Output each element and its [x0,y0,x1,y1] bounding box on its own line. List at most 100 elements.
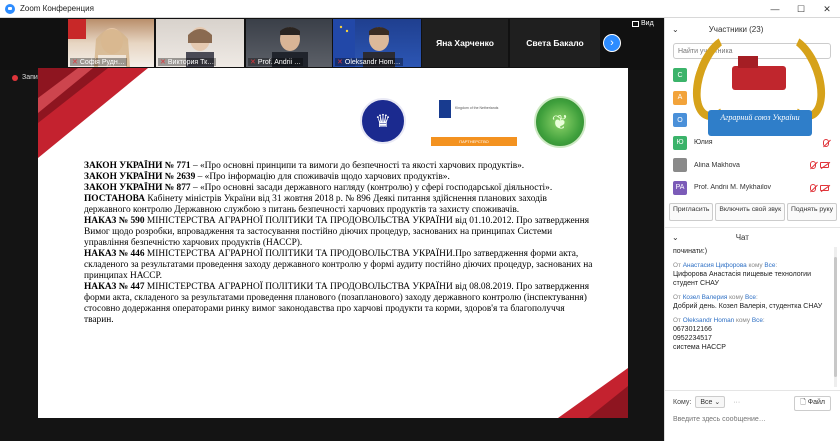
chat-title: Чат [735,233,749,242]
chat-message-meta: От Oleksandr Homan кому Все: [673,317,765,324]
avatar: С [673,68,687,83]
slide-paragraph: ЗАКОН УКРАЇНИ № 2639 – «Про інформацію д… [84,172,450,182]
participant-row[interactable]: Alina Makhova [665,154,840,177]
grid-view-icon [632,20,639,27]
meeting-area: ✕ Софія Рудн… ✕ Виктория Тк… ✕ Prof. Andrii… [0,18,664,441]
video-off-icon [820,184,829,191]
participant-status-icons [823,138,829,147]
zoom-logo-icon [5,3,15,14]
close-button[interactable]: ✕ [814,0,840,18]
avatar [673,158,687,173]
participant-row[interactable]: А [665,87,840,110]
recipient-label: Кому: [673,398,692,406]
chat-message-input[interactable] [673,413,831,425]
video-tile-name: ✕ Prof. Andrii … [248,58,304,66]
participant-actions: Пригласить Включить свой звук Поднять ру… [665,203,840,221]
video-tile-name: ✕ Oleksandr Hom… [335,58,403,66]
mic-off-icon: ✕ [160,59,166,66]
chat-message-text: Цифорова Анастасія пищевые технологии ст… [673,271,812,287]
video-off-icon [820,162,829,169]
participant-row[interactable]: С [665,64,840,87]
file-button[interactable]: 🗋 Файл [794,396,831,411]
shared-screen-slide: Kingdom of the Netherlands ПАРТНЕРСТВО З… [38,68,628,418]
chat-composer: Кому: Все ⌄ ··· 🗋 Файл [665,390,840,441]
recipient-row: Кому: Все ⌄ ··· [673,396,740,408]
department-emblem-icon [534,96,586,148]
slide-paragraph: ПОСТАНОВА Кабінету міністрів України від… [84,194,547,215]
invite-button[interactable]: Пригласить [669,203,714,221]
file-icon: 🗋 [800,399,806,406]
more-options-icon[interactable]: ··· [733,399,740,406]
participant-status-icons [810,161,829,170]
video-tile[interactable]: ✕ Prof. Andrii … [246,19,332,67]
chevron-down-icon[interactable]: ⌄ [672,233,679,242]
record-dot-icon [12,74,18,81]
participant-name: Prof. Andrii M. Mykhailov [694,184,772,192]
mic-off-icon: ✕ [337,59,343,66]
name-tile[interactable]: Яна Харченко [422,19,508,67]
chevron-down-icon[interactable]: ⌄ [672,25,679,34]
side-panel: ⌄ Участники (23) Найти участника Аграрни… [664,18,840,441]
raise-hand-button[interactable]: Поднять руку [786,203,837,221]
chat-message: починати:) [673,247,833,256]
zoom-window: Zoom Конференция — ☐ ✕ ✕ Софія Рудн… ✕ В… [0,0,840,441]
avatar: О [673,113,687,128]
chat-message: От Oleksandr Homan кому Все: 0673012166 … [673,317,833,352]
chat-scrollbar[interactable] [834,247,837,387]
mic-off-icon [810,161,816,170]
chat-message-text: 0673012166 0952234517 система НАССР [673,326,726,351]
slide-corner-decoration-bottom-right [558,368,628,418]
chat-message-text: починати:) [673,248,708,255]
chat-message-text: Добрий день. Козел Валерія, студентка СН… [673,303,823,310]
mic-off-icon [810,183,816,192]
slide-paragraph: НАКАЗ № 590 МІНІСТЕРСТВА АГРАРНОЇ ПОЛІТИ… [84,216,590,248]
chat-message: От Анастасия Цифорова кому Все: Цифорова… [673,262,833,288]
mic-off-icon [823,138,829,147]
avatar: А [673,90,687,105]
participant-row[interactable]: Ю Юлия [665,132,840,155]
video-tile[interactable]: ✕ Виктория Тк… [156,19,244,67]
chevron-right-icon: › [610,37,614,49]
participant-row[interactable]: PA Prof. Andrii M. Mykhailov [665,177,840,200]
chevron-down-icon: ⌄ [714,399,721,406]
chat-message-meta: От Козел Валерия кому Все: [673,294,758,301]
slide-body: ЗАКОН УКРАЇНИ № 771 – «Про основні принц… [84,161,594,326]
name-tile-label: Яна Харченко [436,38,494,48]
maximize-button[interactable]: ☐ [788,0,814,18]
name-tile[interactable]: Света Бакало [510,19,600,67]
netherlands-partner-logo: Kingdom of the Netherlands ПАРТНЕРСТВО [431,98,517,148]
video-tile[interactable]: ✕ Софія Рудн… [68,19,154,67]
video-strip: ✕ Софія Рудн… ✕ Виктория Тк… ✕ Prof. Andrii… [0,18,664,70]
window-title: Zoom Конференция [20,4,94,13]
window-controls: — ☐ ✕ [762,0,840,18]
next-page-button[interactable]: › [603,34,621,52]
mic-off-icon: ✕ [72,59,78,66]
video-tile-name: ✕ Виктория Тк… [158,58,217,66]
slide-paragraph: ЗАКОН УКРАЇНИ № 877 – «Про основні засад… [84,183,553,193]
unmute-self-button[interactable]: Включить свой звук [715,203,786,221]
netherlands-caption: Kingdom of the Netherlands [455,106,499,110]
slide-paragraph: ЗАКОН УКРАЇНИ № 771 – «Про основні принц… [84,161,525,171]
slide-paragraph: НАКАЗ № 447 МІНІСТЕРСТВА АГРАРНОЇ ПОЛІТИ… [84,282,590,325]
participant-name: Юлия [694,139,713,147]
university-crest-icon [360,98,406,144]
partner-bar: ПАРТНЕРСТВО [431,137,517,146]
participant-row[interactable]: О [665,109,840,132]
avatar: Ю [673,135,687,150]
video-tile-name: ✕ Софія Рудн… [70,58,127,66]
avatar: PA [673,180,687,195]
chat-header: ⌄ Чат [665,227,840,247]
slide-logos: Kingdom of the Netherlands ПАРТНЕРСТВО [38,96,628,148]
chat-message-meta: От Анастасия Цифорова кому Все: [673,262,778,269]
slide-paragraph: НАКАЗ № 446 МІНІСТЕРСТВА АГРАРНОЇ ПОЛІТИ… [84,249,593,281]
view-button[interactable]: Вид [632,20,654,27]
participant-list: С А О Ю Юлия Alina Makhova PA Prof. Andr… [665,64,840,199]
mic-off-icon: ✕ [250,59,256,66]
minimize-button[interactable]: — [762,0,788,18]
video-tile[interactable]: ✕ Oleksandr Hom… [333,19,421,67]
chat-messages: починати:) От Анастасия Цифорова кому Вс… [665,247,840,387]
title-bar: Zoom Конференция — ☐ ✕ [0,0,840,18]
participant-status-icons [810,183,829,192]
recipient-select[interactable]: Все ⌄ [695,396,726,408]
chat-message: От Козел Валерия кому Все: Добрий день. … [673,294,833,311]
